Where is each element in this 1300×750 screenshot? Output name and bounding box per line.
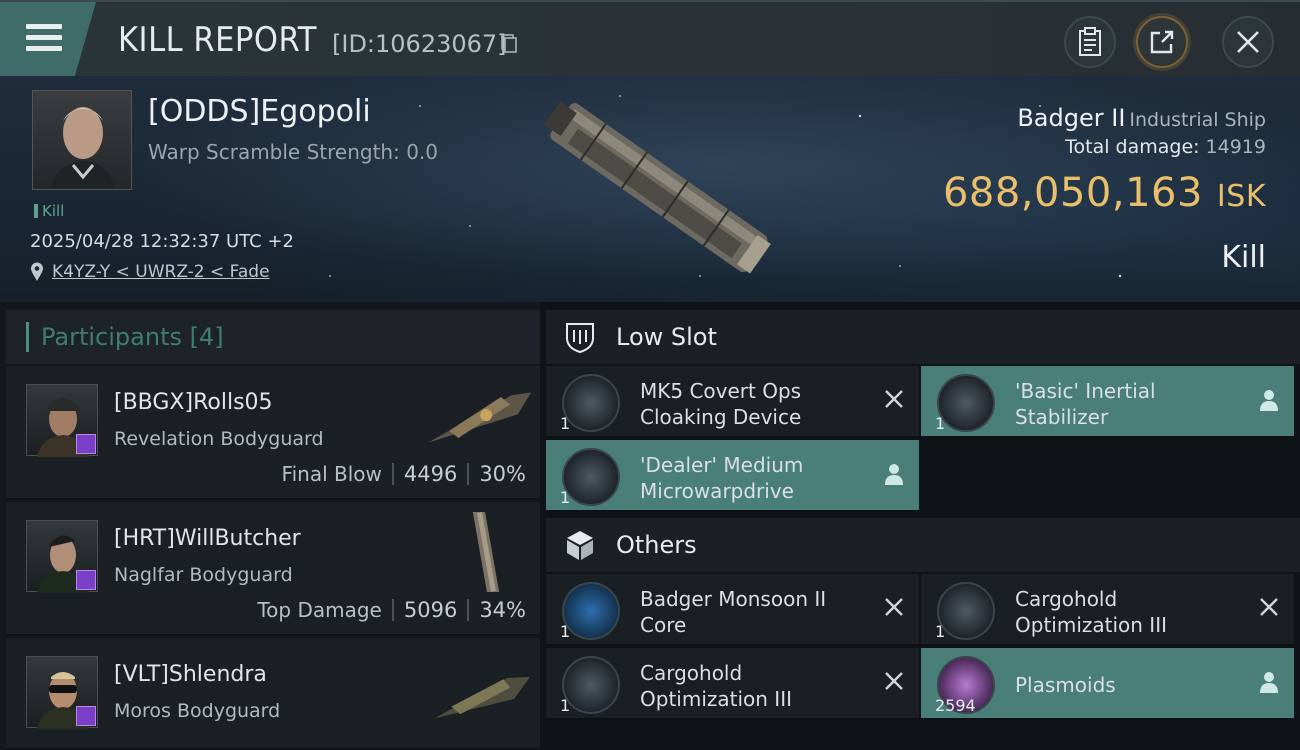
victim-ship-image[interactable] [520, 86, 800, 286]
module-item[interactable]: 1 MK5 Covert Ops Cloaking Device [546, 366, 919, 438]
location-link[interactable]: K4YZ-Y < UWRZ-2 < Fade [52, 262, 270, 282]
close-button[interactable] [1222, 16, 1274, 68]
participant-percent: 34% [479, 598, 526, 622]
cube-icon [560, 525, 600, 565]
module-name: 'Dealer' Medium Microwarpdrive [640, 453, 804, 503]
module-name: Badger Monsoon II Core [640, 587, 827, 637]
destroyed-icon [885, 672, 903, 690]
module-item[interactable]: 1 'Basic' Inertial Stabilizer [921, 366, 1294, 438]
header-bar: KILL REPORT [ID:10623067] [0, 0, 1300, 76]
participant-name[interactable]: [VLT]Shlendra [114, 662, 267, 687]
module-item[interactable]: 2594 Plasmoids [921, 648, 1294, 720]
module-name: MK5 Covert Ops Cloaking Device [640, 379, 802, 429]
participant-row[interactable]: [HRT]WillButcher Naglfar Bodyguard Top D… [6, 502, 540, 636]
module-name: 'Basic' Inertial Stabilizer [1015, 379, 1156, 429]
menu-button[interactable] [0, 2, 96, 76]
participant-percent: 30% [479, 462, 526, 486]
kill-timestamp: 2025/04/28 12:32:37 UTC +2 [30, 231, 294, 252]
participant-name[interactable]: [BBGX]Rolls05 [114, 390, 273, 415]
corp-badge-icon [76, 570, 96, 590]
share-button[interactable] [1136, 16, 1188, 68]
participant-ship-image [471, 512, 501, 592]
fitting-panel: Low Slot 1 MK5 Covert Ops Cloaking Device… [540, 302, 1300, 750]
participant-name[interactable]: [HRT]WillButcher [114, 526, 301, 551]
clipboard-icon [1079, 27, 1101, 56]
participant-damage: 4496 [403, 462, 458, 486]
participant-ship-image [428, 392, 532, 443]
participant-row[interactable]: [BBGX]Rolls05 Revelation Bodyguard Final… [6, 366, 540, 500]
participant-ship-image [434, 676, 531, 719]
warp-scramble-strength: Warp Scramble Strength: 0.0 [148, 140, 439, 164]
menu-icon [26, 24, 62, 52]
location-pin-icon [31, 262, 43, 281]
copy-icon[interactable] [500, 33, 518, 53]
victim-panel: [ODDS]Egopoli Warp Scramble Strength: 0.… [0, 76, 1300, 302]
kill-type-label: Kill [34, 202, 64, 220]
clipboard-button[interactable] [1064, 16, 1116, 68]
participant-row[interactable]: [VLT]Shlendra Moros Bodyguard [6, 638, 540, 750]
participant-ship: Moros Bodyguard [114, 700, 281, 722]
cloaking-device-icon [562, 374, 620, 432]
module-name: Cargohold Optimization III [1015, 587, 1167, 637]
destroyed-icon [1260, 598, 1278, 616]
dropped-person-icon [1260, 390, 1278, 411]
victim-name[interactable]: [ODDS]Egopoli [148, 94, 371, 129]
module-item[interactable]: 1 Cargohold Optimization III [921, 574, 1294, 646]
participant-damage: 5096 [403, 598, 458, 622]
total-damage: Total damage: 14919 [1065, 136, 1266, 158]
close-icon [1237, 31, 1259, 53]
participant-stats: Final Blow 4496 30% [282, 462, 526, 486]
dropped-person-icon [885, 464, 903, 485]
victim-portrait[interactable] [32, 90, 132, 190]
page-title: KILL REPORT [118, 20, 317, 60]
participants-panel: Participants [4] [BBGX]Rolls05 Revelatio… [0, 302, 540, 750]
participants-label: Participants [4] [41, 323, 224, 351]
module-name: Cargohold Optimization III [640, 661, 792, 711]
low-slot-icon [560, 317, 600, 357]
avatar [51, 107, 115, 189]
top-damage-tag: Top Damage [257, 598, 382, 622]
monsoon-core-icon [562, 582, 620, 640]
participant-stats: Top Damage 5096 34% [257, 598, 526, 622]
result-label: Kill [1221, 240, 1266, 275]
destroyed-icon [885, 390, 903, 408]
low-slot-label: Low Slot [616, 323, 717, 351]
others-header: Others [546, 518, 1300, 572]
module-item[interactable]: 1 Badger Monsoon II Core [546, 574, 919, 646]
kill-location[interactable]: K4YZ-Y < UWRZ-2 < Fade [30, 262, 270, 282]
participant-ship: Revelation Bodyguard [114, 428, 324, 450]
microwarpdrive-icon [562, 448, 620, 506]
final-blow-tag: Final Blow [281, 462, 382, 486]
share-icon [1150, 30, 1174, 54]
module-item[interactable]: 1 'Dealer' Medium Microwarpdrive [546, 440, 919, 512]
inertial-stabilizer-icon [937, 374, 995, 432]
victim-ship-name[interactable]: Badger II Industrial Ship [1017, 104, 1266, 132]
module-name: Plasmoids [1015, 673, 1116, 697]
cargohold-optimization-icon [562, 656, 620, 714]
isk-value: 688,050,163 ISK [942, 170, 1266, 216]
low-slot-header: Low Slot [546, 310, 1300, 364]
report-id: [ID:10623067] [332, 30, 507, 58]
module-item[interactable]: 1 Cargohold Optimization III [546, 648, 919, 720]
corp-badge-icon [76, 434, 96, 454]
others-label: Others [616, 531, 697, 559]
participant-ship: Naglfar Bodyguard [114, 564, 293, 586]
participants-header: Participants [4] [6, 310, 540, 364]
corp-badge-icon [76, 706, 96, 726]
cargohold-optimization-icon [937, 582, 995, 640]
dropped-person-icon [1260, 672, 1278, 693]
destroyed-icon [885, 598, 903, 616]
